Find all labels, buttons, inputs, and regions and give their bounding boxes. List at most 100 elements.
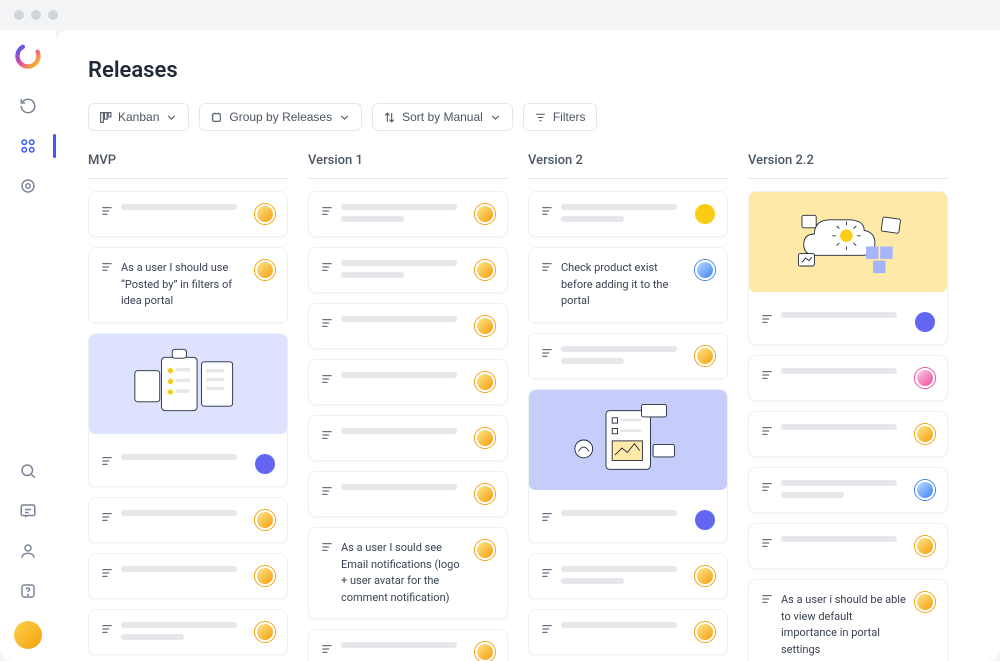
kanban-card[interactable] xyxy=(308,247,508,293)
window-dot-max[interactable] xyxy=(48,10,58,20)
sort-selector[interactable]: Sort by Manual xyxy=(372,103,513,131)
nav-item-refresh[interactable] xyxy=(10,88,46,124)
view-selector[interactable]: Kanban xyxy=(88,103,189,131)
card-illustration xyxy=(749,192,947,292)
column-title: Version 2 xyxy=(528,153,728,179)
kanban-card[interactable] xyxy=(308,629,508,661)
kanban-card[interactable] xyxy=(308,359,508,405)
kanban-column: MVP As a user I should use “Posted by” in… xyxy=(88,153,288,661)
card-placeholder-text xyxy=(781,480,907,498)
list-icon xyxy=(321,644,333,654)
card-placeholder-text xyxy=(561,204,687,222)
toolbar: Kanban Group by Releases Sort by Manual … xyxy=(88,103,1000,131)
list-icon xyxy=(541,348,553,358)
card-placeholder-text xyxy=(341,316,467,322)
card-avatar xyxy=(475,484,495,504)
card-placeholder-text xyxy=(341,204,467,222)
nav-item-target[interactable] xyxy=(10,168,46,204)
card-avatar xyxy=(915,312,935,332)
card-placeholder-text xyxy=(341,372,467,378)
filter-icon xyxy=(534,111,547,124)
column-title: MVP xyxy=(88,153,288,179)
kanban-icon xyxy=(99,111,112,124)
kanban-card[interactable] xyxy=(748,523,948,569)
list-icon xyxy=(321,206,333,216)
card-text: As a user I sould see Email notification… xyxy=(341,540,467,606)
card-avatar xyxy=(255,510,275,530)
nav-item-chat[interactable] xyxy=(10,493,46,529)
list-icon xyxy=(321,318,333,328)
kanban-card[interactable] xyxy=(88,191,288,237)
card-avatar xyxy=(915,368,935,388)
kanban-card[interactable] xyxy=(308,415,508,461)
logo xyxy=(14,42,42,70)
kanban-card[interactable] xyxy=(528,389,728,543)
kanban-card[interactable]: As a user I should use “Posted by” in fi… xyxy=(88,247,288,323)
kanban-card[interactable] xyxy=(748,411,948,457)
list-icon xyxy=(761,594,773,604)
card-placeholder-text xyxy=(121,566,247,572)
kanban-card[interactable] xyxy=(748,467,948,513)
user-avatar[interactable] xyxy=(14,621,42,649)
card-placeholder-text xyxy=(781,368,907,374)
kanban-column: Version 1 As a user I sould see Email not… xyxy=(308,153,508,661)
kanban-card[interactable] xyxy=(528,333,728,379)
kanban-card[interactable] xyxy=(748,191,948,345)
nav-item-user[interactable] xyxy=(10,533,46,569)
kanban-card[interactable]: As a user I sould see Email notification… xyxy=(308,527,508,619)
kanban-card[interactable] xyxy=(88,333,288,487)
window-dot-close[interactable] xyxy=(14,10,24,20)
card-placeholder-text xyxy=(341,260,467,278)
kanban-card[interactable] xyxy=(88,497,288,543)
card-avatar xyxy=(475,316,495,336)
kanban-card[interactable] xyxy=(528,191,728,237)
kanban-card[interactable]: As a user i should be able to view defau… xyxy=(748,579,948,661)
nav-item-board[interactable] xyxy=(10,128,46,164)
card-avatar xyxy=(915,480,935,500)
kanban-column: Version 2.2As a user i should be able to… xyxy=(748,153,948,661)
kanban-card[interactable] xyxy=(88,609,288,655)
chevron-down-icon xyxy=(489,111,502,124)
window-dot-min[interactable] xyxy=(31,10,41,20)
kanban-card[interactable] xyxy=(308,303,508,349)
list-icon xyxy=(101,456,113,466)
card-placeholder-text xyxy=(561,566,687,584)
kanban-column: Version 2 Check product exist before addi… xyxy=(528,153,728,661)
kanban-card[interactable] xyxy=(748,355,948,401)
nav-item-help[interactable] xyxy=(10,573,46,609)
list-icon xyxy=(101,512,113,522)
card-avatar xyxy=(695,622,715,642)
column-title: Version 1 xyxy=(308,153,508,179)
list-icon xyxy=(541,262,553,272)
card-placeholder-text xyxy=(341,484,467,490)
group-selector[interactable]: Group by Releases xyxy=(199,103,362,131)
kanban-card[interactable] xyxy=(528,609,728,655)
card-avatar xyxy=(695,260,715,280)
card-avatar xyxy=(475,204,495,224)
kanban-card[interactable] xyxy=(88,553,288,599)
card-avatar xyxy=(475,540,495,560)
list-icon xyxy=(321,374,333,384)
card-avatar xyxy=(915,424,935,444)
card-avatar xyxy=(695,346,715,366)
kanban-card[interactable]: Check product exist before adding it to … xyxy=(528,247,728,323)
window-titlebar xyxy=(0,0,1000,30)
kanban-card[interactable] xyxy=(308,191,508,237)
main-panel: Releases Kanban Group by Releases Sort b… xyxy=(56,30,1000,661)
kanban-card[interactable] xyxy=(528,553,728,599)
list-icon xyxy=(321,262,333,272)
card-avatar xyxy=(695,204,715,224)
card-placeholder-text xyxy=(781,536,907,542)
list-icon xyxy=(541,206,553,216)
card-avatar xyxy=(475,372,495,392)
card-avatar xyxy=(475,260,495,280)
nav-item-search[interactable] xyxy=(10,453,46,489)
kanban-card[interactable] xyxy=(308,471,508,517)
filters-button[interactable]: Filters xyxy=(523,103,597,131)
list-icon xyxy=(101,624,113,634)
card-avatar xyxy=(695,566,715,586)
list-icon xyxy=(761,482,773,492)
card-avatar xyxy=(695,510,715,530)
list-icon xyxy=(761,538,773,548)
kanban-board: MVP As a user I should use “Posted by” in… xyxy=(88,153,1000,661)
